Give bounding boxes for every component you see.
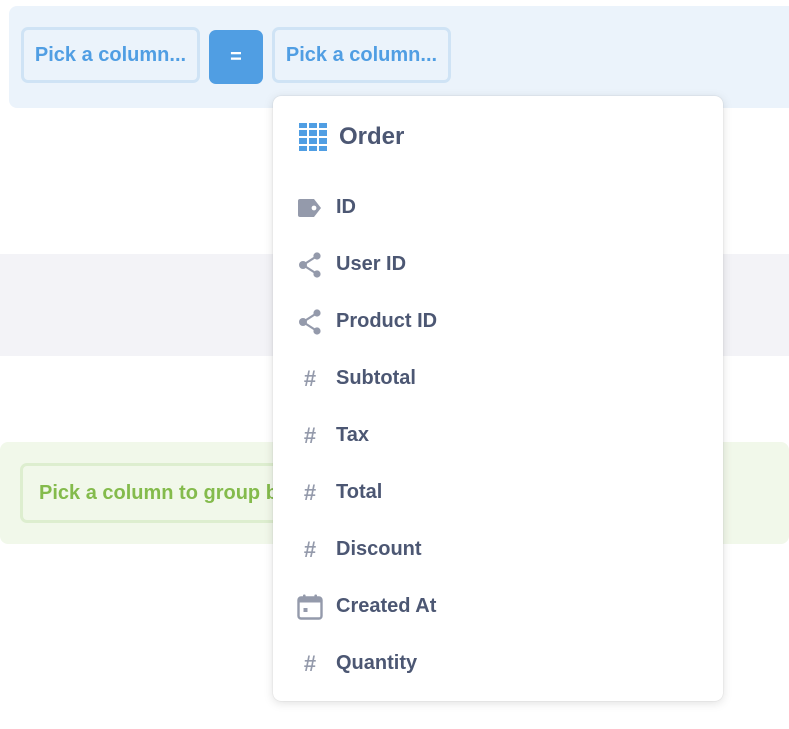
column-option-label: Created At xyxy=(336,595,437,617)
column-option-tax[interactable]: # Tax xyxy=(273,407,723,464)
right-column-picker-button[interactable]: Pick a column... xyxy=(272,27,451,83)
popover-title: Order xyxy=(339,123,405,150)
column-option-label: Total xyxy=(336,481,383,503)
column-option-subtotal[interactable]: # Subtotal xyxy=(273,350,723,407)
column-option-discount[interactable]: # Discount xyxy=(273,521,723,578)
column-option-label: Tax xyxy=(336,424,369,446)
connections-icon xyxy=(297,251,323,278)
column-option-label: ID xyxy=(336,196,356,218)
column-list: ID User ID Product ID # Subtotal # Tax #… xyxy=(273,179,723,692)
left-column-picker-button[interactable]: Pick a column... xyxy=(21,27,200,83)
number-icon: # xyxy=(303,365,317,391)
calendar-icon xyxy=(297,594,323,620)
number-icon: # xyxy=(303,650,317,676)
column-option-label: Quantity xyxy=(336,652,418,674)
number-icon: # xyxy=(303,422,317,448)
column-option-product-id[interactable]: Product ID xyxy=(273,293,723,350)
join-operator-button[interactable]: = xyxy=(209,30,263,84)
column-option-created-at[interactable]: Created At xyxy=(273,578,723,635)
column-option-id[interactable]: ID xyxy=(273,179,723,236)
column-option-label: User ID xyxy=(336,253,407,275)
number-icon: # xyxy=(303,536,317,562)
column-option-quantity[interactable]: # Quantity xyxy=(273,635,723,692)
column-option-user-id[interactable]: User ID xyxy=(273,236,723,293)
tag-icon xyxy=(297,195,323,221)
column-option-label: Product ID xyxy=(336,310,438,332)
table-grid-icon xyxy=(299,123,327,151)
column-picker-popover: Order ID User ID Product ID # Subtotal #… xyxy=(273,96,723,701)
column-option-label: Discount xyxy=(336,538,422,560)
connections-icon xyxy=(297,308,323,335)
query-builder: Pick a column... = Pick a column... Pick… xyxy=(0,0,789,729)
number-icon: # xyxy=(303,479,317,505)
popover-header: Order xyxy=(299,122,404,152)
column-option-label: Subtotal xyxy=(336,367,416,389)
column-option-total[interactable]: # Total xyxy=(273,464,723,521)
